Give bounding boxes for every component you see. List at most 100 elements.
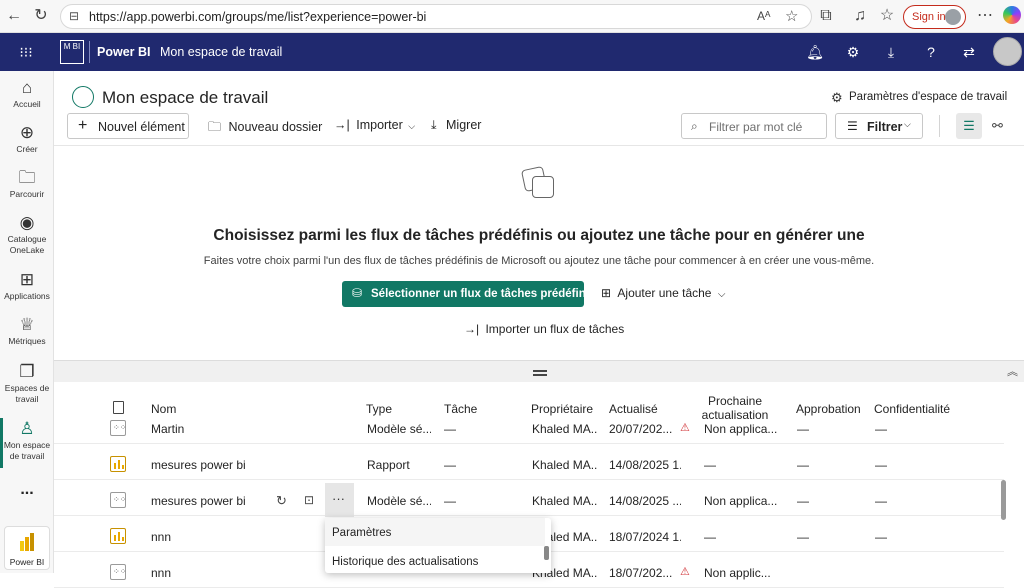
nav-applications[interactable]: ⊞ Applications xyxy=(0,269,54,302)
col-type[interactable]: Type xyxy=(366,402,392,416)
breadcrumb-workspace[interactable]: Mon espace de travail xyxy=(160,45,282,59)
app-name[interactable]: Power BI xyxy=(97,45,151,59)
row-owner: Khaled MA... xyxy=(532,494,598,508)
user-avatar[interactable] xyxy=(993,37,1022,66)
search-icon: ⌕ xyxy=(691,119,698,133)
sign-in-button[interactable]: Sign in xyxy=(903,5,966,29)
nav-creer[interactable]: ⊕ Créer xyxy=(0,122,54,155)
nav-espaces-de-travail[interactable]: ❐ Espaces de travail xyxy=(0,361,54,405)
table-scrollbar-thumb[interactable] xyxy=(1001,480,1006,520)
nav-more-button[interactable]: ... xyxy=(0,481,54,499)
left-navigation: ⌂ Accueil ⊕ Créer 🗀 Parcourir ◉ Catalogu… xyxy=(0,71,54,573)
filter-label: Filtrer xyxy=(867,120,903,134)
import-task-flow-link[interactable]: →| Importer un flux de tâches xyxy=(464,322,624,336)
refresh-warning-icon[interactable]: ⚠ xyxy=(680,565,690,578)
menu-item-parametres[interactable]: Paramètres xyxy=(325,518,545,546)
row-type: Rapport xyxy=(367,458,410,472)
nav-mon-espace-de-travail[interactable]: ♙ Mon espace de travail xyxy=(0,418,54,462)
row-name[interactable]: Martin xyxy=(151,422,291,436)
col-approbation[interactable]: Approbation xyxy=(796,402,861,416)
address-bar[interactable]: ⊟ https://app.powerbi.com/groups/me/list… xyxy=(60,4,812,29)
performance-icon[interactable]: ♫ xyxy=(850,6,870,26)
app-logo: M BI xyxy=(60,40,84,64)
app-launcher-icon[interactable]: ⁝⁝⁝ xyxy=(17,43,35,61)
row-approval: — xyxy=(797,494,809,508)
url-text: https://app.powerbi.com/groups/me/list?e… xyxy=(89,10,427,24)
refresh-warning-icon[interactable]: ⚠ xyxy=(680,421,690,434)
power-bi-label: Power BI xyxy=(9,557,45,567)
read-aloud-icon[interactable]: A​ᴬ xyxy=(757,9,770,23)
nav-label: Mon espace de travail xyxy=(3,440,51,461)
col-actualise[interactable]: Actualisé xyxy=(609,402,658,416)
nav-label: Accueil xyxy=(13,99,41,109)
new-folder-label: Nouveau dossier xyxy=(228,120,323,134)
filter-icon: ☰ xyxy=(847,119,858,133)
favorite-star-icon[interactable]: ☆ xyxy=(785,7,798,25)
row-owner: Khaled MA... xyxy=(532,422,598,436)
nav-accueil[interactable]: ⌂ Accueil xyxy=(0,77,54,110)
import-icon: →| xyxy=(464,322,480,336)
power-bi-logo-icon xyxy=(20,533,36,551)
power-bi-switcher[interactable]: Power BI xyxy=(4,526,50,570)
share-icon[interactable]: ⇄ xyxy=(960,43,978,61)
row-next-refresh: Non applica... xyxy=(704,422,778,436)
site-info-icon[interactable]: ⊟ xyxy=(69,9,79,23)
nav-catalogue-onelake[interactable]: ◉ Catalogue OneLake xyxy=(0,212,54,256)
row-updated: 14/08/2025 1... xyxy=(609,458,681,472)
nav-metriques[interactable]: ♕ Métriques xyxy=(0,314,54,347)
col-proprietaire[interactable]: Propriétaire xyxy=(531,402,593,416)
download-icon[interactable]: ⤓ xyxy=(882,43,900,61)
refresh-icon[interactable]: ↻ xyxy=(31,6,51,26)
drag-handle-icon[interactable] xyxy=(533,370,547,372)
sign-in-label: Sign in xyxy=(912,11,946,23)
row-approval: — xyxy=(797,458,809,472)
row-task: — xyxy=(444,422,456,436)
lineage-view-icon[interactable]: ⚯ xyxy=(992,118,1003,134)
schedule-refresh-icon[interactable]: ⊡ xyxy=(304,493,314,507)
row-name[interactable]: mesures power bi xyxy=(151,494,291,508)
more-options-button[interactable]: ··· xyxy=(325,483,354,517)
migrate-button[interactable]: ⤓ Migrer xyxy=(431,118,481,133)
more-icon[interactable]: ⋯ xyxy=(975,6,995,26)
migrate-icon: ⤓ xyxy=(431,118,437,132)
row-name[interactable]: nnn xyxy=(151,530,291,544)
workspace-settings-link[interactable]: Paramètres d'espace de travail xyxy=(849,91,1007,103)
help-icon[interactable]: ? xyxy=(922,43,940,61)
notifications-icon[interactable]: 🔔︎ xyxy=(806,43,824,61)
file-type-icon xyxy=(113,401,124,414)
list-view-icon[interactable]: ☰ xyxy=(956,113,982,139)
row-confidentiality: — xyxy=(875,494,887,508)
extensions-icon[interactable]: ⧉ xyxy=(816,6,836,26)
menu-scrollbar[interactable] xyxy=(544,546,549,560)
add-task-button[interactable]: ⊞ Ajouter une tâche ⌵ xyxy=(601,286,725,300)
col-tache[interactable]: Tâche xyxy=(444,402,477,416)
col-nom[interactable]: Nom xyxy=(151,402,176,416)
toolbar-bottom-divider xyxy=(54,145,1024,146)
row-next-refresh: — xyxy=(704,458,716,472)
row-approval: — xyxy=(797,530,809,544)
new-folder-button[interactable]: 🗀 Nouveau dossier xyxy=(208,118,322,140)
filter-button[interactable]: ☰ Filtrer ⌵ xyxy=(835,113,923,139)
row-confidentiality: — xyxy=(875,458,887,472)
app-header: ⁝⁝⁝ M BI Power BI Mon espace de travail … xyxy=(0,33,1024,71)
new-item-button[interactable]: + Nouvel élément xyxy=(67,113,189,139)
back-icon[interactable]: ← xyxy=(4,6,24,26)
row-name[interactable]: mesures power bi xyxy=(151,458,291,472)
pane-splitter[interactable]: ︽ xyxy=(54,360,1024,382)
col-confidentialite[interactable]: Confidentialité xyxy=(874,402,950,416)
filter-keyword-input[interactable]: ⌕ Filtrer par mot clé xyxy=(681,113,827,139)
col-prochaine-actualisation[interactable]: Prochaine actualisation xyxy=(700,394,770,422)
menu-item-historique[interactable]: Historique des actualisations xyxy=(325,546,545,574)
nav-parcourir[interactable]: 🗀 Parcourir xyxy=(0,167,54,200)
row-divider xyxy=(54,443,1004,444)
import-button[interactable]: →| Importer ⌵ xyxy=(334,118,415,132)
user-icon: ♙ xyxy=(19,419,35,438)
favorites-icon[interactable]: ☆ xyxy=(877,6,897,26)
copilot-icon[interactable] xyxy=(1003,6,1021,24)
row-name[interactable]: nnn xyxy=(151,566,291,580)
select-predefined-flow-button[interactable]: ⛁ Sélectionner un flux de tâches prédéfi… xyxy=(342,281,589,307)
settings-gear-icon[interactable]: ⚙ xyxy=(844,43,862,61)
collapse-up-icon[interactable]: ︽ xyxy=(1007,363,1018,379)
new-folder-icon: 🗀 xyxy=(208,119,222,134)
refresh-now-icon[interactable]: ↻ xyxy=(276,493,287,509)
